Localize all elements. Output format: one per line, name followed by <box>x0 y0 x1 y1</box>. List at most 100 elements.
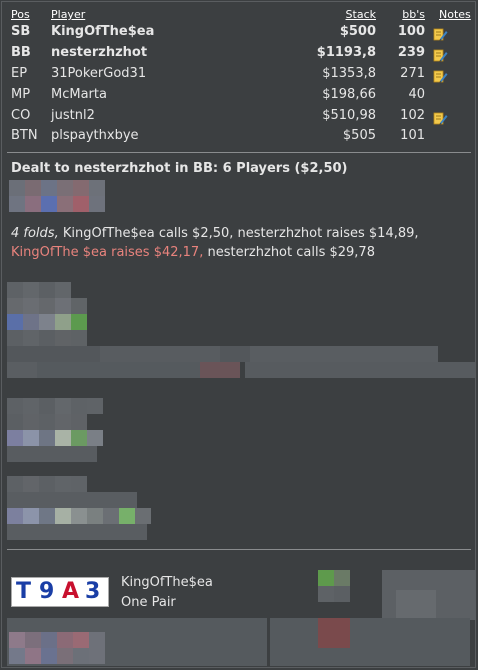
note-pencil-icon[interactable] <box>433 47 448 62</box>
pixelated-block <box>7 476 23 492</box>
dealt-line: Dealt to nesterzhzhot in BB: 6 Players (… <box>11 161 348 176</box>
pixelated-block <box>39 430 55 446</box>
player-row[interactable]: SB KingOfThe$ea $500 100 <box>0 24 478 45</box>
pixelated-block <box>7 330 23 346</box>
pixelated-block <box>7 446 97 462</box>
pixelated-block <box>7 362 37 378</box>
column-header-player[interactable]: Player <box>51 8 85 21</box>
pixelated-block <box>39 508 55 524</box>
pixelated-block <box>25 180 41 196</box>
pixelated-block <box>7 282 23 298</box>
separator <box>7 549 471 550</box>
player-stack: $510,98 <box>322 108 376 123</box>
preflop-actions: 4 folds, KingOfThe$ea calls $2,50, neste… <box>11 224 471 262</box>
player-bbs: 102 <box>400 108 425 123</box>
pixelated-block <box>119 508 135 524</box>
pixelated-block <box>55 282 71 298</box>
pixelated-block <box>7 508 23 524</box>
pixelated-block <box>89 632 105 648</box>
pixelated-block <box>7 398 23 414</box>
pixelated-block <box>57 180 73 196</box>
pixelated-block <box>23 282 39 298</box>
pixelated-block <box>9 632 25 648</box>
column-header-pos[interactable]: Pos <box>11 8 30 21</box>
column-header-stack[interactable]: Stack <box>346 8 376 21</box>
logo-char: A <box>62 579 80 604</box>
pixelated-block <box>41 180 57 196</box>
player-position: MP <box>11 87 31 102</box>
pixelated-block <box>55 298 71 314</box>
pixelated-block <box>39 314 55 330</box>
player-stack: $500 <box>339 24 376 39</box>
pixelated-block <box>71 414 87 430</box>
player-name: McMarta <box>51 87 107 102</box>
player-stack: $198,66 <box>322 87 376 102</box>
logo-char: 9 <box>39 579 55 604</box>
player-bbs: 271 <box>400 66 425 81</box>
player-name: justnl2 <box>51 108 95 123</box>
player-stack: $1193,8 <box>316 45 376 60</box>
pixelated-block <box>73 632 89 648</box>
pixelated-block <box>200 362 240 378</box>
winner-name[interactable]: KingOfThe$ea <box>121 575 213 590</box>
pixelated-block <box>7 492 137 508</box>
pixelated-block <box>55 398 71 414</box>
pixelated-block <box>23 330 39 346</box>
pixelated-block <box>89 648 105 664</box>
site-logo: T 9 A 3 <box>11 577 109 607</box>
pixelated-block <box>25 648 41 664</box>
pixelated-block <box>334 570 350 586</box>
pixelated-block <box>270 618 470 666</box>
pixelated-block <box>71 298 87 314</box>
column-header-bbs[interactable]: bb's <box>402 8 425 21</box>
player-name: nesterzhzhot <box>51 45 148 60</box>
pixelated-block <box>23 476 39 492</box>
pixelated-block <box>87 398 103 414</box>
pixelated-block <box>55 508 71 524</box>
pixelated-block <box>23 314 39 330</box>
player-bbs: 100 <box>397 24 425 39</box>
player-row[interactable]: CO justnl2 $510,98 102 <box>0 108 478 129</box>
pixelated-block <box>37 362 217 378</box>
column-header-notes[interactable]: Notes <box>439 8 471 21</box>
player-row[interactable]: BTN plspaythxbye $505 101 <box>0 128 478 149</box>
player-bbs: 101 <box>400 128 425 143</box>
player-row[interactable]: BB nesterzhzhot $1193,8 239 <box>0 45 478 66</box>
pixelated-block <box>39 476 55 492</box>
pixelated-block <box>39 398 55 414</box>
pixelated-block <box>55 414 71 430</box>
pixelated-block <box>23 398 39 414</box>
folds-text: 4 folds, <box>11 226 59 241</box>
pixelated-block <box>334 586 350 602</box>
pixelated-block <box>7 430 23 446</box>
pixelated-block <box>73 648 89 664</box>
pixelated-block <box>318 586 334 602</box>
pixelated-block <box>71 508 87 524</box>
pixelated-block <box>9 180 25 196</box>
highlighted-action: KingOfThe $ea raises $42,17, <box>11 245 204 260</box>
pixelated-block <box>396 590 436 620</box>
note-pencil-icon[interactable] <box>433 68 448 83</box>
pixelated-block <box>55 330 71 346</box>
player-bbs: 239 <box>397 45 425 60</box>
note-pencil-icon[interactable] <box>433 26 448 41</box>
pixelated-block <box>57 648 73 664</box>
pixelated-block <box>9 648 25 664</box>
pixelated-block <box>87 508 103 524</box>
pixelated-block <box>71 314 87 330</box>
player-row[interactable]: MP McMarta $198,66 40 <box>0 87 478 108</box>
action-text-2: nesterzhzhot calls $29,78 <box>203 245 375 260</box>
pixelated-block <box>55 314 71 330</box>
note-pencil-icon[interactable] <box>433 110 448 125</box>
pixelated-block <box>7 314 23 330</box>
pixelated-block <box>57 196 73 212</box>
pixelated-block <box>71 430 87 446</box>
pixelated-block <box>23 430 39 446</box>
pixelated-block <box>9 196 25 212</box>
pixelated-block <box>23 298 39 314</box>
pixelated-block <box>73 196 89 212</box>
player-position: BB <box>11 45 31 60</box>
pixelated-block <box>39 330 55 346</box>
pixelated-block <box>71 398 87 414</box>
player-row[interactable]: EP 31PokerGod31 $1353,8 271 <box>0 66 478 87</box>
